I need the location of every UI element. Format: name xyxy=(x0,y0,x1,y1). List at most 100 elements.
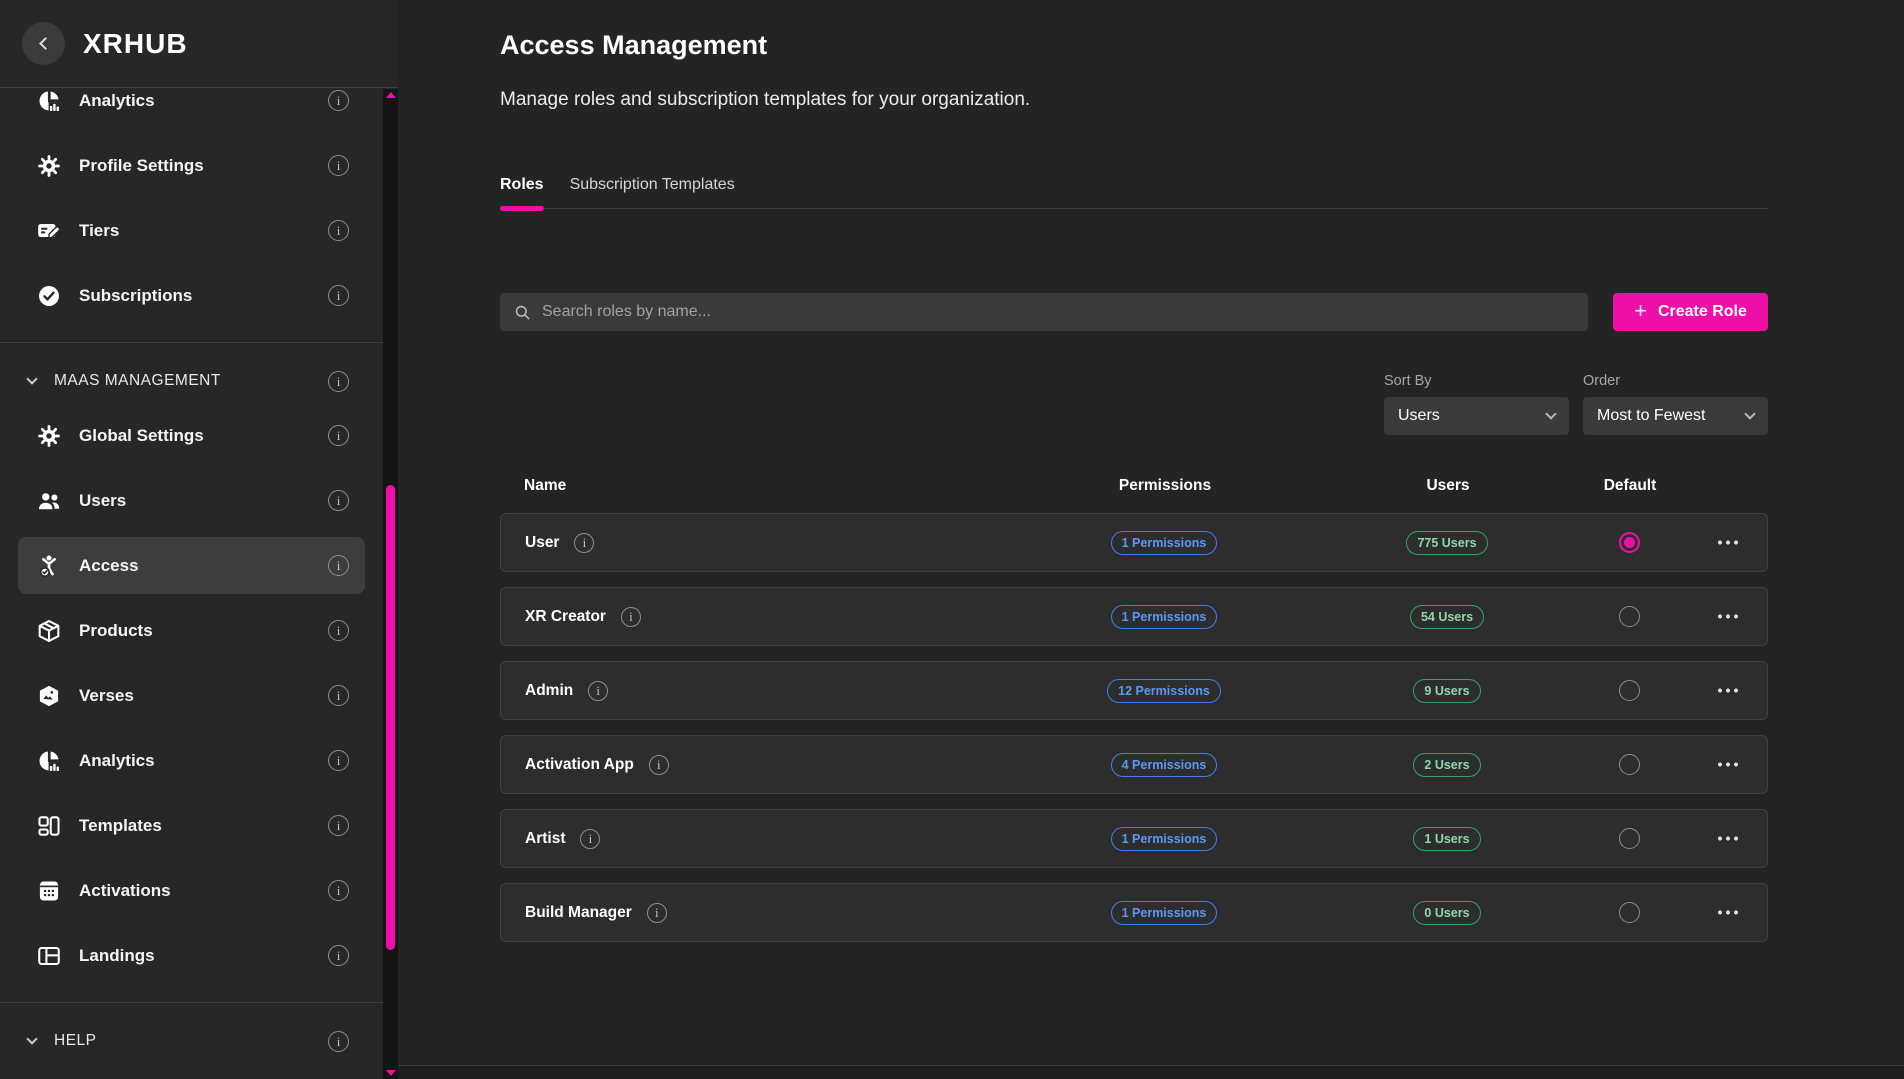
row-menu-button[interactable] xyxy=(1716,614,1740,619)
info-icon[interactable] xyxy=(328,880,349,901)
default-radio[interactable] xyxy=(1619,754,1640,775)
sidebar-divider xyxy=(0,1002,383,1003)
column-header-default: Default xyxy=(1570,477,1690,495)
permissions-badge: 12 Permissions xyxy=(1107,679,1221,703)
sort-by-value: Users xyxy=(1398,407,1440,425)
plus-icon: + xyxy=(1634,300,1647,322)
order-select[interactable]: Most to Fewest xyxy=(1583,397,1768,435)
info-icon[interactable] xyxy=(328,285,349,306)
sidebar-item-analytics[interactable]: Analytics xyxy=(0,68,383,133)
column-header-users: Users xyxy=(1363,477,1533,495)
row-menu-button[interactable] xyxy=(1716,836,1740,841)
landings-icon xyxy=(36,943,62,969)
chevron-down-icon xyxy=(1545,408,1556,419)
info-icon[interactable] xyxy=(328,815,349,836)
tiers-icon xyxy=(36,218,62,244)
page-subtitle: Manage roles and subscription templates … xyxy=(500,88,1768,112)
default-radio[interactable] xyxy=(1619,532,1640,553)
role-name: Build Manager xyxy=(525,904,632,922)
analytics-icon xyxy=(36,748,62,774)
sidebar-item-global-settings[interactable]: Global Settings xyxy=(0,403,383,468)
info-icon[interactable] xyxy=(328,1031,349,1052)
app-title: XRHUB xyxy=(83,28,188,60)
users-badge: 9 Users xyxy=(1413,679,1480,703)
sidebar-section-maas-management[interactable]: MAAS MANAGEMENT xyxy=(0,359,383,403)
back-button[interactable] xyxy=(22,22,65,65)
users-badge: 54 Users xyxy=(1410,605,1484,629)
roles-table: Name Permissions Users Default User 1 Pe… xyxy=(500,477,1768,942)
order-label: Order xyxy=(1583,373,1768,389)
scroll-down-arrow-icon[interactable] xyxy=(386,1070,396,1076)
templates-icon xyxy=(36,813,62,839)
default-radio[interactable] xyxy=(1619,828,1640,849)
sort-by-select[interactable]: Users xyxy=(1384,397,1569,435)
page-title: Access Management xyxy=(500,28,1768,62)
info-icon[interactable] xyxy=(328,220,349,241)
info-icon[interactable] xyxy=(647,903,667,923)
role-row: Artist 1 Permissions 1 Users xyxy=(500,809,1768,868)
users-badge: 2 Users xyxy=(1413,753,1480,777)
row-menu-button[interactable] xyxy=(1716,762,1740,767)
sidebar-item-analytics[interactable]: Analytics xyxy=(0,728,383,793)
sidebar-item-landings[interactable]: Landings xyxy=(0,923,383,988)
sort-controls: Sort By Users Order Most to Fewest xyxy=(500,373,1768,435)
sidebar-item-tiers[interactable]: Tiers xyxy=(0,198,383,263)
info-icon[interactable] xyxy=(328,555,349,576)
role-name: Admin xyxy=(525,682,573,700)
users-icon xyxy=(36,488,62,514)
chevron-down-icon xyxy=(1744,408,1755,419)
create-role-label: Create Role xyxy=(1658,303,1747,321)
info-icon[interactable] xyxy=(328,90,349,111)
scroll-up-arrow-icon[interactable] xyxy=(386,92,396,98)
users-badge: 775 Users xyxy=(1406,531,1487,555)
access-icon xyxy=(36,553,62,579)
role-name: Artist xyxy=(525,830,565,848)
row-menu-button[interactable] xyxy=(1716,540,1740,545)
permissions-badge: 1 Permissions xyxy=(1111,531,1218,555)
sort-by-label: Sort By xyxy=(1384,373,1569,389)
info-icon[interactable] xyxy=(649,755,669,775)
scrollbar-thumb[interactable] xyxy=(386,485,395,950)
info-icon[interactable] xyxy=(328,490,349,511)
sidebar-scrollbar[interactable] xyxy=(383,89,398,1079)
users-badge: 1 Users xyxy=(1413,827,1480,851)
info-icon[interactable] xyxy=(328,620,349,641)
info-icon[interactable] xyxy=(328,750,349,771)
role-row: XR Creator 1 Permissions 54 Users xyxy=(500,587,1768,646)
info-icon[interactable] xyxy=(621,607,641,627)
sidebar-item-activations[interactable]: Activations xyxy=(0,858,383,923)
default-radio[interactable] xyxy=(1619,680,1640,701)
create-role-button[interactable]: + Create Role xyxy=(1613,293,1768,331)
row-menu-button[interactable] xyxy=(1716,688,1740,693)
sidebar-section-help[interactable]: HELP xyxy=(0,1019,383,1063)
box-icon xyxy=(36,618,62,644)
tab-roles[interactable]: Roles xyxy=(500,176,544,208)
default-radio[interactable] xyxy=(1619,606,1640,627)
sidebar-item-verses[interactable]: Verses xyxy=(0,663,383,728)
toolbar: + Create Role xyxy=(500,293,1768,331)
info-icon[interactable] xyxy=(328,425,349,446)
tab-subscription-templates[interactable]: Subscription Templates xyxy=(570,176,735,208)
column-header-name: Name xyxy=(524,477,1050,495)
info-icon[interactable] xyxy=(328,685,349,706)
sidebar-item-templates[interactable]: Templates xyxy=(0,793,383,858)
sidebar-item-products[interactable]: Products xyxy=(0,598,383,663)
sidebar-item-subscriptions[interactable]: Subscriptions xyxy=(0,263,383,328)
info-icon[interactable] xyxy=(328,155,349,176)
info-icon[interactable] xyxy=(328,945,349,966)
chevron-down-icon xyxy=(26,373,37,384)
info-icon[interactable] xyxy=(328,371,349,392)
analytics-icon xyxy=(36,88,62,114)
sidebar-nav: Analytics Profile Settings Tiers Subscri… xyxy=(0,89,383,1063)
row-menu-button[interactable] xyxy=(1716,910,1740,915)
info-icon[interactable] xyxy=(574,533,594,553)
sidebar-item-access[interactable]: Access xyxy=(0,533,383,598)
info-icon[interactable] xyxy=(588,681,608,701)
column-header-permissions: Permissions xyxy=(1050,477,1280,495)
sidebar-item-profile-settings[interactable]: Profile Settings xyxy=(0,133,383,198)
role-row: Activation App 4 Permissions 2 Users xyxy=(500,735,1768,794)
sidebar-item-users[interactable]: Users xyxy=(0,468,383,533)
default-radio[interactable] xyxy=(1619,902,1640,923)
search-input[interactable] xyxy=(542,303,1575,321)
info-icon[interactable] xyxy=(580,829,600,849)
